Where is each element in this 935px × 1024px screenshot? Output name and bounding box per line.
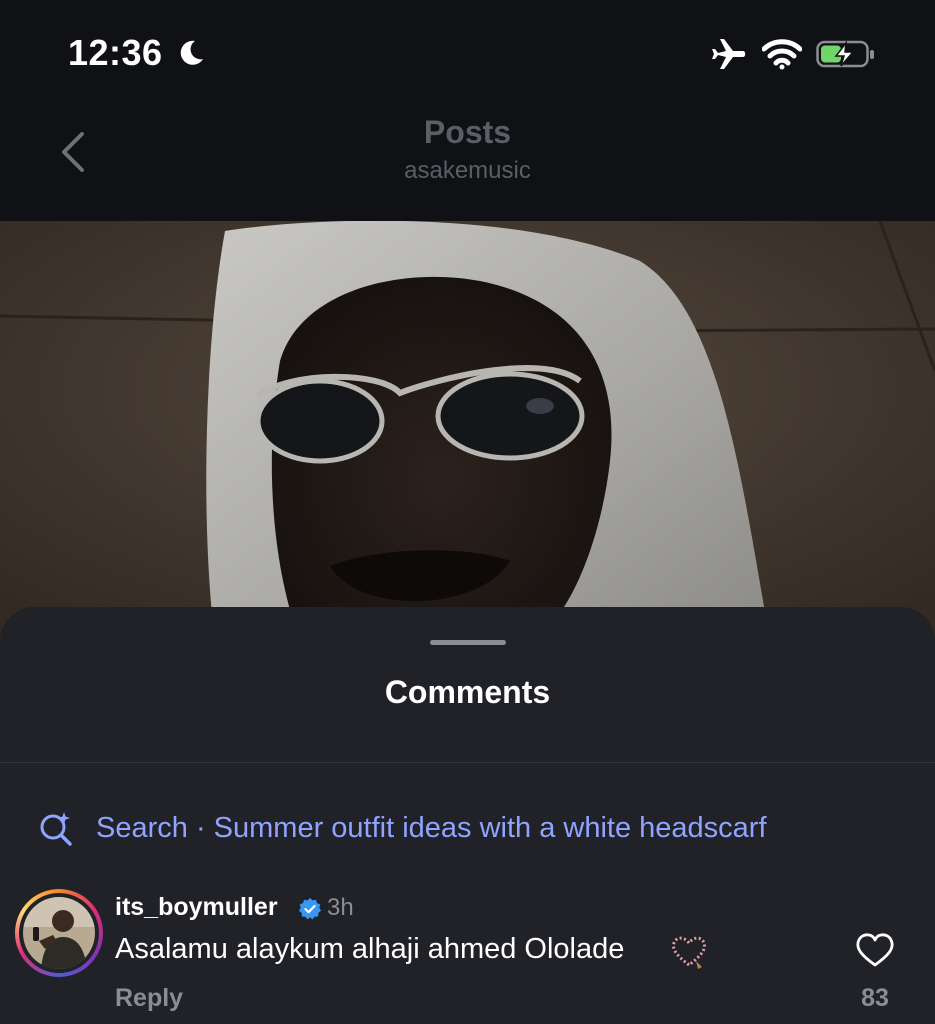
comment-text: Asalamu alaykum alhaji ahmed Ololade [115, 933, 625, 965]
heart-icon[interactable] [855, 932, 895, 968]
sheet-drag-handle[interactable] [430, 640, 506, 645]
battery-charging-icon [816, 40, 874, 68]
moon-icon [180, 40, 203, 65]
airplane-icon [712, 39, 746, 69]
search-suggestion[interactable]: Search · Summer outfit ideas with a whit… [38, 808, 767, 848]
page-subtitle[interactable]: asakemusic [0, 157, 935, 185]
like-count: 83 [861, 984, 889, 1012]
page-title: Posts [423, 114, 512, 150]
avatar-image [23, 897, 95, 969]
comment-time: 3h [327, 894, 354, 921]
comment-username[interactable]: its_boymuller [115, 893, 278, 922]
reply-button[interactable]: Reply [115, 984, 183, 1013]
post-video[interactable] [0, 221, 935, 641]
search-suggestion-text: Search · Summer outfit ideas with a whit… [96, 811, 767, 844]
search-sparkle-icon [40, 812, 72, 846]
avatar[interactable] [15, 889, 103, 977]
verified-badge-icon [299, 898, 321, 920]
wifi-icon [762, 39, 802, 70]
divider [0, 762, 935, 763]
video-frame-image [0, 221, 935, 641]
prayer-beads-heart-icon [672, 936, 706, 969]
sheet-title: Comments [384, 674, 551, 710]
status-time: 12:36 [68, 32, 163, 73]
